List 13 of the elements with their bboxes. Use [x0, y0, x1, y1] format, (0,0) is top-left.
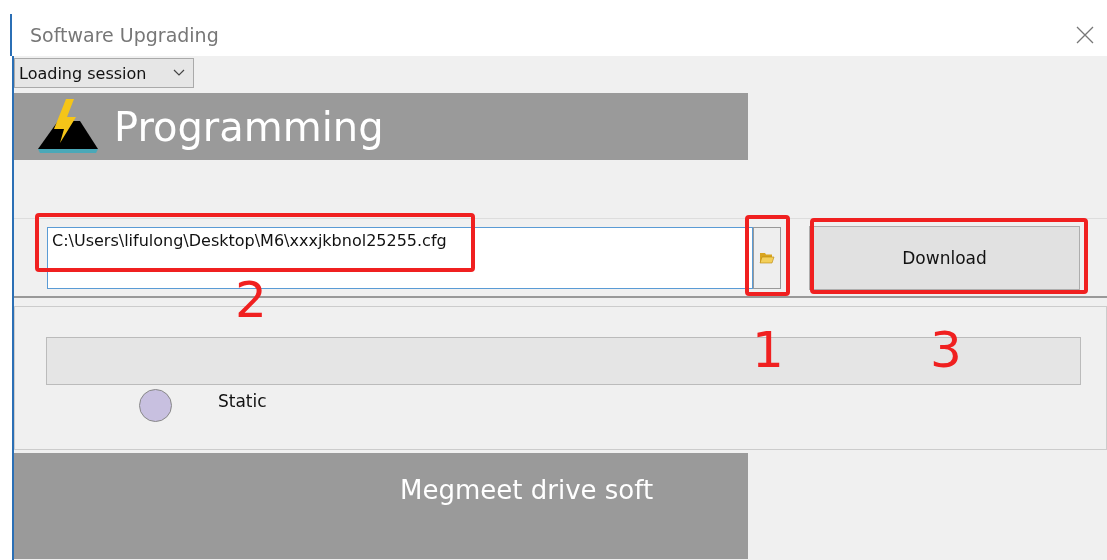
- caret-icon: [173, 69, 185, 77]
- banner-title: Programming: [114, 103, 384, 150]
- status-label: Static: [218, 390, 267, 411]
- session-dropdown[interactable]: Loading session: [14, 58, 194, 88]
- lightning-icon: [36, 98, 100, 155]
- window-title: Software Upgrading: [30, 24, 219, 46]
- footer-text: Megmeet drive soft: [400, 475, 654, 507]
- folder-icon: [759, 251, 775, 264]
- browse-button[interactable]: [753, 226, 781, 289]
- close-icon[interactable]: [1075, 25, 1095, 45]
- download-button[interactable]: Download: [809, 225, 1080, 290]
- annotation-number: 3: [930, 325, 962, 375]
- annotation-number: 1: [752, 325, 784, 375]
